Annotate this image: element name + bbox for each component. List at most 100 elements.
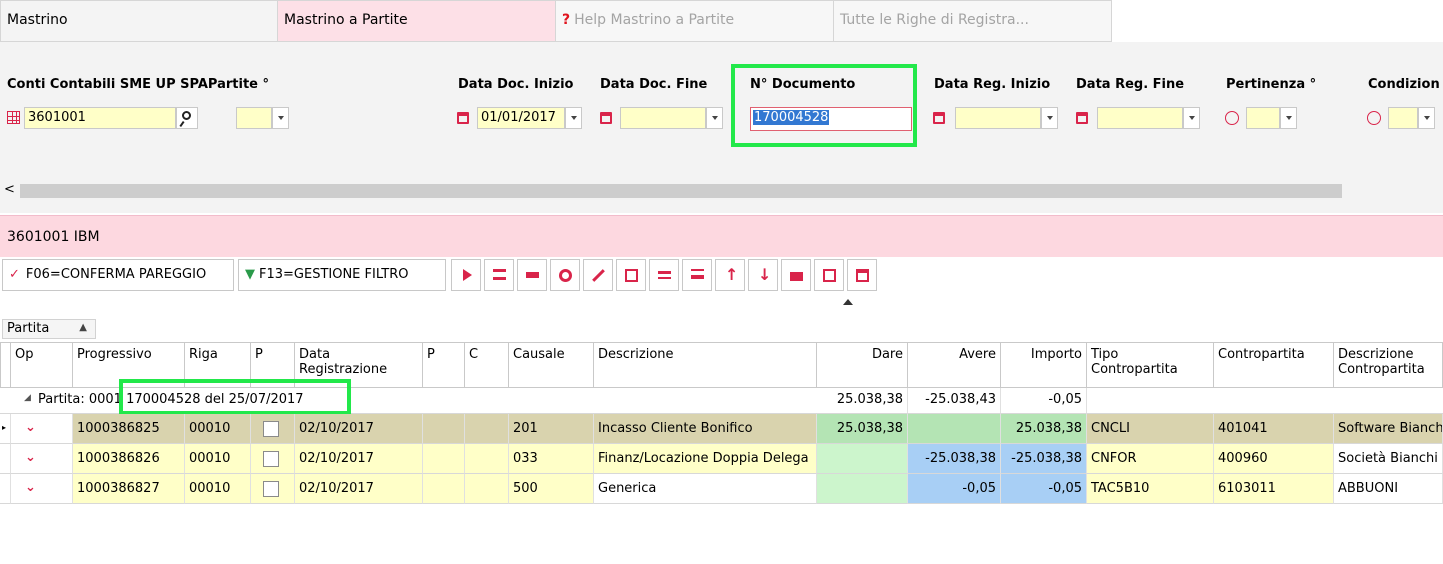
header-c[interactable]: C [465,342,509,388]
cell-riga: 00010 [185,474,251,504]
condizion-radio[interactable] [1367,111,1381,125]
highlight-box-partita [119,379,351,415]
chevron-down-icon[interactable]: ⌄ [25,450,36,465]
expand-rows-button[interactable] [484,259,514,291]
tab-label: Mastrino a Partite [284,12,408,28]
group-by-panel: Partita ▲ [0,315,1443,341]
cell-descrizione: Incasso Cliente Bonifico [594,414,817,444]
export-rows-button[interactable] [616,259,646,291]
condizion-label: Condizion [1368,77,1440,92]
group-chip-partita[interactable]: Partita ▲ [2,319,96,339]
table-row[interactable]: ⌄ 1000386826 00010 02/10/2017 033 Finanz… [0,444,1443,474]
cell-contropartita: 400960 [1214,444,1334,474]
chevron-down-icon[interactable] [272,107,289,129]
settings-button[interactable] [550,259,580,291]
horizontal-scrollbar[interactable]: < [0,180,1443,202]
row-checkbox[interactable] [263,421,279,437]
tab-help-mastrino-a-partite[interactable]: ? Help Mastrino a Partite [556,0,834,42]
cell-progressivo: 1000386826 [73,444,185,474]
remove-rows-button[interactable] [649,259,679,291]
header-descrizione-contropartita[interactable]: Descrizione Contropartita [1334,342,1443,388]
header-avere[interactable]: Avere [908,342,1001,388]
table-row[interactable]: ⌄ 1000386827 00010 02/10/2017 500 Generi… [0,474,1443,504]
cell-progressivo: 1000386825 [73,414,185,444]
cell-riga: 00010 [185,444,251,474]
row-indicator [0,474,11,504]
search-icon[interactable] [176,107,198,129]
tab-tutte-le-righe[interactable]: Tutte le Righe di Registra... [834,0,1112,42]
tab-label: Mastrino [7,12,68,28]
play-button[interactable] [451,259,481,291]
group-importo: -0,05 [1001,388,1087,414]
conferma-pareggio-button[interactable]: ✓ F06=CONFERMA PAREGGIO [2,259,234,291]
chevron-down-icon[interactable] [1183,107,1200,129]
scroll-left-icon[interactable]: < [4,182,15,197]
header-importo[interactable]: Importo [1001,342,1087,388]
chevron-down-icon[interactable] [565,107,582,129]
condizion-select[interactable] [1388,107,1418,129]
table-row[interactable]: ▸ ⌄ 1000386825 00010 02/10/2017 201 Inca… [0,414,1443,444]
expand-arrow-icon[interactable] [843,299,853,305]
move-down-button[interactable]: ↓ [748,259,778,291]
conto-input[interactable]: 3601001 [24,107,176,129]
data-reg-inizio-input[interactable] [955,107,1041,129]
header-dare[interactable]: Dare [817,342,908,388]
calendar-icon[interactable] [933,112,945,124]
calendar-icon[interactable] [457,112,469,124]
cell-data: 02/10/2017 [295,414,423,444]
clipboard-icon [856,269,869,282]
cell-contropartita: 6103011 [1214,474,1334,504]
chevron-down-icon[interactable]: ⌄ [25,420,36,435]
chevron-down-icon[interactable] [1418,107,1435,129]
data-reg-fine-input[interactable] [1097,107,1183,129]
header-causale[interactable]: Causale [509,342,594,388]
header-contropartita[interactable]: Contropartita [1214,342,1334,388]
rows-icon [493,269,506,280]
chevron-down-icon[interactable]: ⌄ [25,480,36,495]
magic-wand-icon [592,269,605,282]
data-doc-fine-input[interactable] [620,107,706,129]
menu-button[interactable] [682,259,712,291]
header-tipo-contropartita[interactable]: Tipo Contropartita [1087,342,1214,388]
cell-desc-contropartita: ABBUONI [1334,474,1443,504]
cell-causale: 033 [509,444,594,474]
table-grid-icon[interactable] [7,111,20,124]
chevron-down-icon[interactable] [1041,107,1058,129]
magic-wand-button[interactable] [583,259,613,291]
pertinenza-select[interactable] [1246,107,1280,129]
calendar-icon[interactable] [600,112,612,124]
partite-select[interactable] [236,107,272,129]
tab-mastrino[interactable]: Mastrino [0,0,278,42]
cell-tipo: CNFOR [1087,444,1214,474]
cell-importo: 25.038,38 [1001,414,1087,444]
account-header: 3601001 IBM [0,215,1443,257]
calendar-icon[interactable] [1076,112,1088,124]
chevron-down-icon[interactable] [706,107,723,129]
collapse-group-icon[interactable]: ◢ [24,393,31,403]
paste-button[interactable] [847,259,877,291]
collapse-rows-button[interactable] [517,259,547,291]
row-checkbox[interactable] [263,481,279,497]
pertinenza-radio[interactable] [1225,111,1239,125]
chevron-down-icon[interactable] [1280,107,1297,129]
header-p2[interactable]: P [423,342,465,388]
question-icon: ? [562,12,571,28]
cell-causale: 201 [509,414,594,444]
gestione-filtro-button[interactable]: ▼ F13=GESTIONE FILTRO [238,259,446,291]
data-doc-fine-label: Data Doc. Fine [600,77,708,92]
tab-mastrino-a-partite[interactable]: Mastrino a Partite [278,0,556,42]
print-button[interactable] [781,259,811,291]
scroll-thumb[interactable] [20,184,1342,198]
copy-button[interactable] [814,259,844,291]
cell-dare [817,474,908,504]
table-export-icon [625,269,638,282]
cell-avere: -25.038,38 [908,444,1001,474]
cell-riga: 00010 [185,414,251,444]
header-descrizione[interactable]: Descrizione [594,342,817,388]
move-up-button[interactable]: ↑ [715,259,745,291]
data-doc-inizio-input[interactable]: 01/01/2017 [477,107,565,129]
filter-icon: ▼ [245,267,255,282]
row-checkbox[interactable] [263,451,279,467]
cell-data: 02/10/2017 [295,474,423,504]
header-op[interactable]: Op [11,342,73,388]
